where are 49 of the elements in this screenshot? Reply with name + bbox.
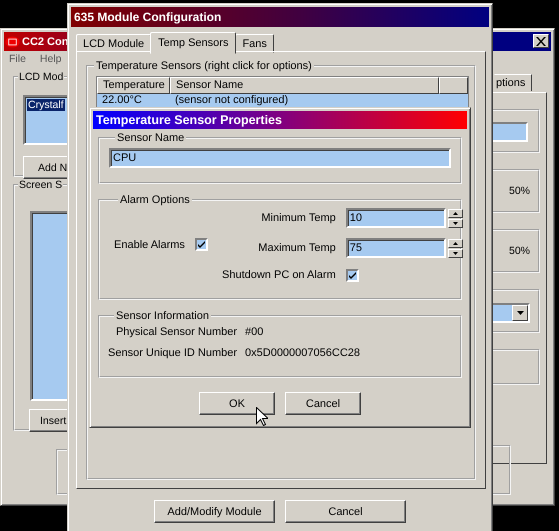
- group-label: Sensor Information: [115, 310, 210, 322]
- tab[interactable]: ptions: [494, 74, 532, 91]
- column-header[interactable]: [439, 77, 468, 94]
- add-modify-button[interactable]: Add/Modify Module: [154, 500, 275, 523]
- spin-down-icon[interactable]: [448, 248, 463, 258]
- dialog-title: Temperature Sensor Properties: [95, 113, 282, 127]
- list-item[interactable]: Crystalf: [27, 99, 65, 111]
- group-label: Sensor Name: [116, 132, 186, 144]
- temp-label: Minimum Temp: [260, 212, 336, 224]
- info-label: Physical Sensor Number: [114, 326, 238, 338]
- menu-item[interactable]: File: [7, 52, 28, 66]
- window-title: 635 Module Configuration: [73, 10, 222, 24]
- group-label: Alarm Options: [119, 194, 191, 206]
- cancel-button[interactable]: Cancel: [285, 392, 361, 415]
- temp-label: Maximum Temp: [257, 242, 336, 254]
- table-cell-text: (sensor not configured): [174, 94, 288, 107]
- group-label: Temperature Sensors (right click for options): [95, 60, 313, 72]
- column-header[interactable]: Sensor Name: [170, 77, 439, 94]
- dropdown[interactable]: [490, 303, 530, 323]
- enable-alarms-label: Enable Alarms: [114, 238, 185, 250]
- percent-label: 50%: [508, 185, 530, 197]
- group-label: Screen S: [18, 179, 64, 191]
- tab[interactable]: Temp Sensors: [150, 32, 236, 54]
- info-value: 0x5D0000007056CC28: [245, 347, 360, 359]
- spin-up-icon[interactable]: [448, 238, 463, 248]
- table-cell-text: 22.00°C: [101, 94, 143, 107]
- input-field[interactable]: [490, 122, 528, 142]
- sensor-name-field[interactable]: CPU: [109, 148, 451, 168]
- cancel-button[interactable]: Cancel: [285, 500, 406, 523]
- info-value: #00: [245, 326, 264, 338]
- menu-item[interactable]: Help: [38, 52, 64, 66]
- spin-down-icon[interactable]: [448, 218, 463, 228]
- spin-up-icon[interactable]: [448, 208, 463, 218]
- percent-label: 50%: [508, 245, 530, 257]
- checkbox[interactable]: [346, 268, 359, 282]
- app-logo-icon: [5, 36, 20, 48]
- close-icon[interactable]: [533, 34, 549, 48]
- info-label: Sensor Unique ID Number: [108, 347, 238, 359]
- cursor-icon: [256, 407, 268, 426]
- ok-button[interactable]: OK: [199, 392, 275, 415]
- checkmark-icon: [348, 270, 357, 280]
- column-header[interactable]: Temperature: [97, 77, 170, 94]
- tab[interactable]: Fans: [235, 34, 274, 53]
- temp-field[interactable]: 75: [346, 238, 446, 258]
- checkmark-icon: [196, 240, 206, 249]
- shutdown-label: Shutdown PC on Alarm: [222, 269, 336, 281]
- group-label: LCD Mod: [18, 71, 64, 83]
- checkbox[interactable]: [194, 238, 208, 251]
- temp-field[interactable]: 10: [346, 208, 446, 228]
